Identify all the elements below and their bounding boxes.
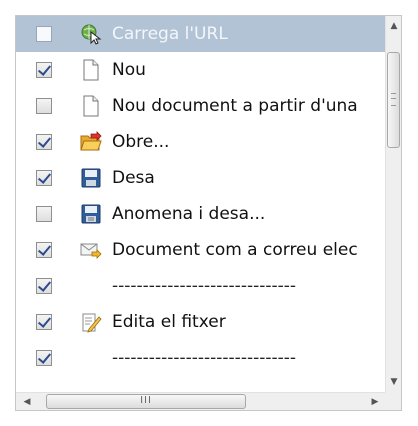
list-item-load-url[interactable]: Carrega l'URL [16,16,386,52]
new-document-icon [83,59,99,81]
list-item-edit-file[interactable]: Edita el fitxer [16,304,386,340]
open-folder-icon [80,131,102,151]
load-url-icon [81,24,102,45]
separator-label: ------------------------------ [112,276,297,296]
item-checkbox[interactable] [36,314,52,330]
edit-file-icon [82,313,102,333]
item-checkbox[interactable] [36,278,52,294]
item-checkbox[interactable] [36,26,52,42]
list-item-save-as[interactable]: Anomena i desa... [16,196,386,232]
list-item-save[interactable]: Desa [16,160,386,196]
item-checkbox[interactable] [36,170,52,186]
item-checkbox[interactable] [36,242,52,258]
horizontal-scroll-thumb[interactable]: III [46,394,246,409]
item-label: Obre... [112,132,170,152]
item-label: Desa [112,168,155,188]
list-item-separator[interactable]: ------------------------------ [16,340,386,376]
item-checkbox[interactable] [36,98,52,114]
item-label: Anomena i desa... [112,204,266,224]
list-item-new[interactable]: Nou [16,52,386,88]
save-as-icon [81,204,101,224]
vertical-scroll-thumb[interactable] [387,52,400,148]
scroll-left-arrow-icon[interactable]: ◀ [18,393,36,410]
list-item-separator[interactable]: ------------------------------ [16,268,386,304]
item-checkbox[interactable] [36,134,52,150]
scroll-right-arrow-icon[interactable]: ▶ [366,393,384,410]
email-document-icon [80,243,102,259]
item-label: Edita el fitxer [112,312,226,332]
item-label: Carrega l'URL [112,24,228,44]
new-document-icon [83,95,99,117]
command-list: Carrega l'URL Nou Nou document a partir … [16,16,386,392]
item-label: Nou document a partir d'una [112,96,358,116]
item-checkbox[interactable] [36,206,52,222]
horizontal-scrollbar[interactable]: ◀ III ▶ [16,392,386,410]
list-item-new-from-template[interactable]: Nou document a partir d'una [16,88,386,124]
save-icon [81,168,101,188]
scrollbar-corner [385,392,401,410]
vertical-scrollbar[interactable]: ▲ ▼ [385,16,401,392]
list-item-email-document[interactable]: Document com a correu elec [16,232,386,268]
scroll-up-arrow-icon[interactable]: ▲ [386,18,401,34]
list-item-open[interactable]: Obre... [16,124,386,160]
item-checkbox[interactable] [36,350,52,366]
scroll-down-arrow-icon[interactable]: ▼ [386,374,401,390]
toolbar-customize-list: Carrega l'URL Nou Nou document a partir … [15,15,402,411]
item-label: Nou [112,60,146,80]
separator-label: ------------------------------ [112,348,297,368]
item-label: Document com a correu elec [112,240,358,260]
item-checkbox[interactable] [36,62,52,78]
